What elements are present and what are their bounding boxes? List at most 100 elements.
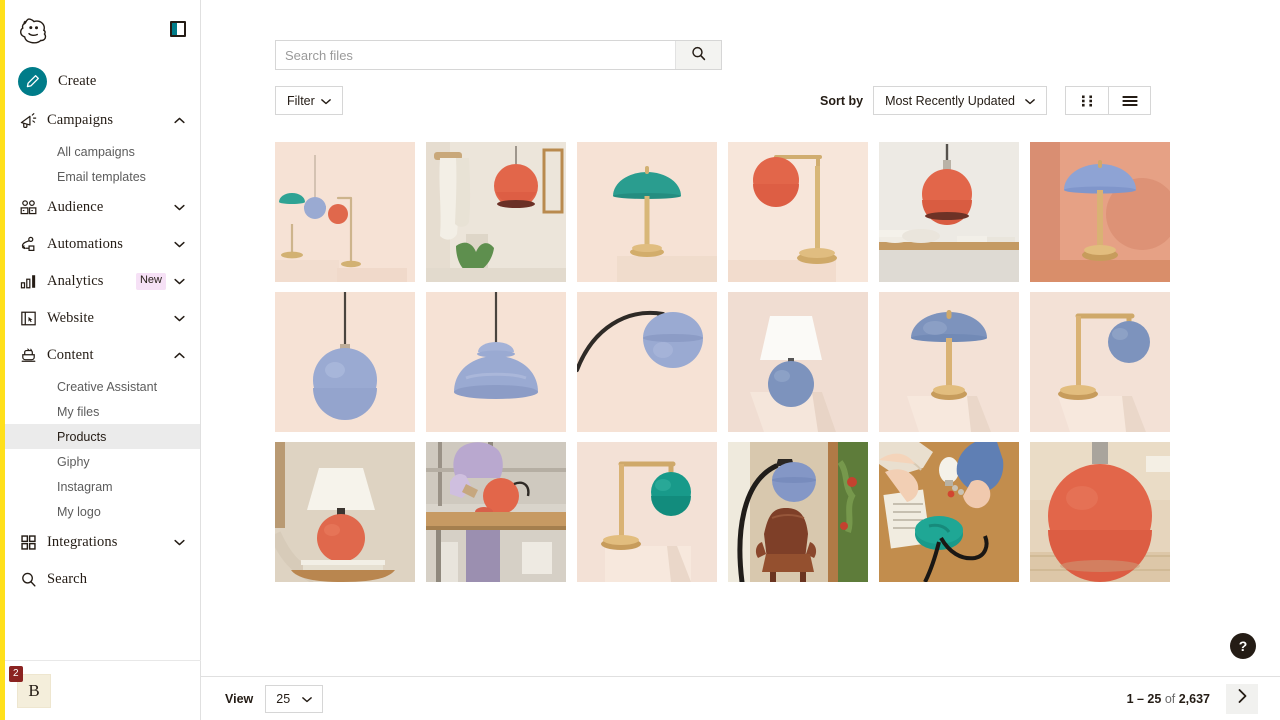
file-tile[interactable]: [1030, 142, 1170, 282]
filter-label: Filter: [287, 93, 315, 108]
file-tile[interactable]: [275, 292, 415, 432]
view-count-label: View: [225, 691, 254, 706]
sidebar-item-automations[interactable]: Automations: [5, 226, 200, 263]
file-tile[interactable]: [577, 442, 717, 582]
sidebar-subitem-label: Creative Assistant: [57, 379, 158, 394]
file-tile[interactable]: [275, 142, 415, 282]
sidebar-subitem-label: Giphy: [57, 454, 90, 469]
sidebar-item-label: Campaigns: [47, 112, 114, 128]
view-count-value: 25: [276, 691, 291, 706]
chevron-down-icon: [1025, 94, 1035, 108]
chevron-down-icon: [302, 692, 313, 706]
file-tile[interactable]: [728, 292, 868, 432]
sidebar-subitem-label: Email templates: [57, 169, 146, 184]
file-tile[interactable]: [728, 442, 868, 582]
sidebar-item-label: Search: [47, 571, 88, 587]
sidebar-item-label: Integrations: [47, 534, 118, 550]
megaphone-icon: [19, 111, 47, 130]
sidebar-subitem-email-templates[interactable]: Email templates: [5, 164, 200, 189]
pagination-range: 1 – 25 of 2,637: [1127, 692, 1210, 706]
sidebar-subitem-my-files[interactable]: My files: [5, 399, 200, 424]
list-view-icon[interactable]: [1108, 87, 1150, 114]
next-page-button[interactable]: [1226, 683, 1258, 714]
sort-by-value: Most Recently Updated: [885, 93, 1015, 108]
brand-edge-strip: [0, 0, 5, 720]
panel-collapse-icon[interactable]: [170, 21, 186, 37]
sidebar-subitem-products[interactable]: Products: [5, 424, 200, 449]
grid-view-icon[interactable]: [1066, 87, 1108, 114]
chevron-down-icon: [172, 278, 186, 285]
chevron-down-icon: [172, 241, 186, 248]
file-tile[interactable]: [1030, 292, 1170, 432]
file-tile[interactable]: [577, 142, 717, 282]
sidebar-item-website[interactable]: Website: [5, 300, 200, 337]
sidebar-subitem-instagram[interactable]: Instagram: [5, 474, 200, 499]
file-tile[interactable]: [426, 292, 566, 432]
sidebar-item-audience[interactable]: Audience: [5, 189, 200, 226]
file-grid: [275, 142, 1179, 582]
toolbar: Filter Sort by Most Recently Updated: [201, 0, 1280, 115]
sidebar-subitem-label: My logo: [57, 504, 101, 519]
sidebar-subitem-label: All campaigns: [57, 144, 135, 159]
file-tile[interactable]: [426, 442, 566, 582]
sort-by-select[interactable]: Most Recently Updated: [873, 86, 1047, 115]
pagination-range-of: of: [1161, 691, 1179, 706]
sidebar: Create Campaigns All campaigns Email tem…: [0, 0, 201, 720]
file-tile[interactable]: [275, 442, 415, 582]
sidebar-header: [5, 0, 200, 58]
file-tile[interactable]: [879, 292, 1019, 432]
avatar[interactable]: B 2: [9, 665, 51, 708]
sidebar-item-analytics[interactable]: Analytics New: [5, 263, 200, 300]
sidebar-subitem-label: My files: [57, 404, 100, 419]
file-tile[interactable]: [879, 142, 1019, 282]
chevron-down-icon: [172, 539, 186, 546]
notification-count-badge: 2: [9, 665, 23, 682]
search-submit-button[interactable]: [675, 41, 721, 69]
sidebar-item-content[interactable]: Content: [5, 337, 200, 374]
sort-by-label: Sort by: [820, 93, 864, 108]
grid-squares-icon: [19, 533, 47, 552]
sidebar-subitem-creative-assistant[interactable]: Creative Assistant: [5, 374, 200, 399]
audience-icon: [19, 198, 47, 217]
website-icon: [19, 309, 47, 328]
automations-icon: [19, 235, 47, 254]
sidebar-item-search[interactable]: Search: [5, 561, 200, 598]
filter-button[interactable]: Filter: [275, 86, 343, 115]
file-tile[interactable]: [426, 142, 566, 282]
sidebar-subitem-all-campaigns[interactable]: All campaigns: [5, 139, 200, 164]
file-tile[interactable]: [879, 442, 1019, 582]
sidebar-subitem-giphy[interactable]: Giphy: [5, 449, 200, 474]
chevron-right-icon: [1238, 689, 1247, 708]
status-badge-new: New: [135, 273, 166, 290]
sidebar-item-label: Automations: [47, 236, 124, 252]
sidebar-item-label: Create: [58, 72, 97, 89]
file-tile[interactable]: [577, 292, 717, 432]
file-tile[interactable]: [728, 142, 868, 282]
chevron-down-icon: [320, 94, 331, 108]
help-button[interactable]: ?: [1230, 633, 1256, 659]
sidebar-subitem-label: Instagram: [57, 479, 113, 494]
footer-pagination-bar: View 25 1 – 25 of 2,637: [201, 676, 1280, 720]
sidebar-subitem-my-logo[interactable]: My logo: [5, 499, 200, 524]
sidebar-subitem-label: Products: [57, 429, 107, 444]
sidebar-item-label: Content: [47, 347, 94, 363]
mailchimp-freddie-logo[interactable]: [19, 14, 53, 44]
sidebar-item-integrations[interactable]: Integrations: [5, 524, 200, 561]
view-mode-toggle: [1065, 86, 1151, 115]
search-bar: [275, 40, 722, 70]
file-tile[interactable]: [1030, 442, 1170, 582]
pagination-range-start: 1 – 25: [1126, 691, 1162, 706]
app-root: Create Campaigns All campaigns Email tem…: [0, 0, 1280, 720]
panel-toggle-right-fill: [177, 23, 184, 35]
question-mark-icon: ?: [1238, 638, 1248, 654]
content-icon: [19, 346, 47, 365]
sidebar-item-campaigns[interactable]: Campaigns: [5, 102, 200, 139]
chevron-down-icon: [172, 315, 186, 322]
sidebar-item-label: Audience: [47, 199, 104, 215]
account-area: B 2: [5, 660, 201, 720]
main-content: Filter Sort by Most Recently Updated: [201, 0, 1280, 720]
view-count-select[interactable]: 25: [265, 684, 324, 713]
sidebar-item-create[interactable]: Create: [5, 58, 200, 102]
search-input[interactable]: [276, 41, 675, 69]
pagination-range-total: 2,637: [1178, 691, 1210, 706]
